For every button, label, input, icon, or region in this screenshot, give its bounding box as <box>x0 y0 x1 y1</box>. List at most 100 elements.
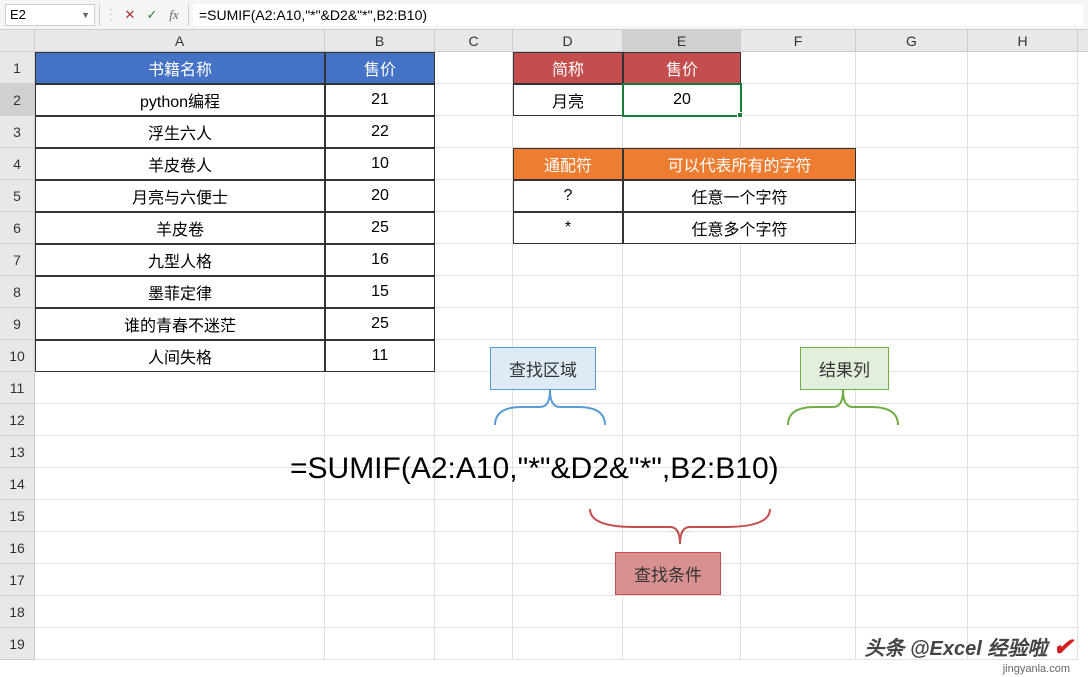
cell-F19[interactable] <box>741 628 856 660</box>
row-header-12[interactable]: 12 <box>0 404 35 436</box>
cell-B12[interactable] <box>325 404 435 436</box>
cells-area[interactable]: 书籍名称 售价 简称 售价 python编程 21 月亮 20 <box>35 52 1088 660</box>
cell-C15[interactable] <box>435 500 513 532</box>
cell-G6[interactable] <box>856 212 968 244</box>
column-header-D[interactable]: D <box>513 30 623 51</box>
select-all-corner[interactable] <box>0 30 35 51</box>
column-header-H[interactable]: H <box>968 30 1078 51</box>
cell-H10[interactable] <box>968 340 1078 372</box>
column-header-A[interactable]: A <box>35 30 325 51</box>
fill-handle[interactable] <box>737 112 743 118</box>
cell-H7[interactable] <box>968 244 1078 276</box>
cell-B9[interactable]: 25 <box>325 308 435 340</box>
cell-H1[interactable] <box>968 52 1078 84</box>
cell-B17[interactable] <box>325 564 435 596</box>
cell-B16[interactable] <box>325 532 435 564</box>
cell-B19[interactable] <box>325 628 435 660</box>
chevron-down-icon[interactable]: ▼ <box>81 10 90 20</box>
cell-H8[interactable] <box>968 276 1078 308</box>
cell-H16[interactable] <box>968 532 1078 564</box>
cell-D5[interactable]: ? <box>513 180 623 212</box>
fx-icon[interactable]: fx <box>164 5 184 25</box>
cell-E6F6[interactable]: 任意多个字符 <box>623 212 856 244</box>
cell-A13[interactable] <box>35 436 325 468</box>
cell-C9[interactable] <box>435 308 513 340</box>
cell-E2-selected[interactable]: 20 <box>623 84 741 116</box>
cell-E11[interactable] <box>623 372 741 404</box>
cell-D9[interactable] <box>513 308 623 340</box>
cell-D6[interactable]: * <box>513 212 623 244</box>
cell-H13[interactable] <box>968 436 1078 468</box>
row-header-1[interactable]: 1 <box>0 52 35 84</box>
formula-input[interactable]: =SUMIF(A2:A10,"*"&D2&"*",B2:B10) <box>193 4 1083 26</box>
confirm-icon[interactable]: ✓ <box>142 5 162 25</box>
cell-E9[interactable] <box>623 308 741 340</box>
cell-A17[interactable] <box>35 564 325 596</box>
cell-B15[interactable] <box>325 500 435 532</box>
cell-E19[interactable] <box>623 628 741 660</box>
cell-C3[interactable] <box>435 116 513 148</box>
cell-E3[interactable] <box>623 116 741 148</box>
cell-G18[interactable] <box>856 596 968 628</box>
cell-A2[interactable]: python编程 <box>35 84 325 116</box>
cell-D2[interactable]: 月亮 <box>513 84 623 116</box>
cell-D8[interactable] <box>513 276 623 308</box>
cell-H6[interactable] <box>968 212 1078 244</box>
cell-H9[interactable] <box>968 308 1078 340</box>
cell-H11[interactable] <box>968 372 1078 404</box>
cell-G17[interactable] <box>856 564 968 596</box>
row-header-13[interactable]: 13 <box>0 436 35 468</box>
cell-A7[interactable]: 九型人格 <box>35 244 325 276</box>
cell-H2[interactable] <box>968 84 1078 116</box>
cell-C16[interactable] <box>435 532 513 564</box>
cell-F8[interactable] <box>741 276 856 308</box>
row-header-14[interactable]: 14 <box>0 468 35 500</box>
cell-B6[interactable]: 25 <box>325 212 435 244</box>
cell-H17[interactable] <box>968 564 1078 596</box>
cell-G16[interactable] <box>856 532 968 564</box>
cell-G5[interactable] <box>856 180 968 212</box>
cell-G14[interactable] <box>856 468 968 500</box>
cell-B7[interactable]: 16 <box>325 244 435 276</box>
cell-B4[interactable]: 10 <box>325 148 435 180</box>
cell-C4[interactable] <box>435 148 513 180</box>
cell-D19[interactable] <box>513 628 623 660</box>
cell-E10[interactable] <box>623 340 741 372</box>
cell-G1[interactable] <box>856 52 968 84</box>
cell-G2[interactable] <box>856 84 968 116</box>
row-header-10[interactable]: 10 <box>0 340 35 372</box>
cell-C7[interactable] <box>435 244 513 276</box>
cell-B2[interactable]: 21 <box>325 84 435 116</box>
column-header-F[interactable]: F <box>741 30 856 51</box>
cell-A4[interactable]: 羊皮卷人 <box>35 148 325 180</box>
cell-F2[interactable] <box>741 84 856 116</box>
cell-F18[interactable] <box>741 596 856 628</box>
cell-C5[interactable] <box>435 180 513 212</box>
name-box[interactable]: E2 ▼ <box>5 4 95 26</box>
column-header-E[interactable]: E <box>623 30 741 51</box>
row-header-11[interactable]: 11 <box>0 372 35 404</box>
cell-A15[interactable] <box>35 500 325 532</box>
cell-E5F5[interactable]: 任意一个字符 <box>623 180 856 212</box>
cell-D4[interactable]: 通配符 <box>513 148 623 180</box>
cell-G3[interactable] <box>856 116 968 148</box>
row-header-16[interactable]: 16 <box>0 532 35 564</box>
row-header-5[interactable]: 5 <box>0 180 35 212</box>
cell-A19[interactable] <box>35 628 325 660</box>
column-header-B[interactable]: B <box>325 30 435 51</box>
cell-F17[interactable] <box>741 564 856 596</box>
row-header-19[interactable]: 19 <box>0 628 35 660</box>
row-header-6[interactable]: 6 <box>0 212 35 244</box>
cell-B11[interactable] <box>325 372 435 404</box>
cell-H4[interactable] <box>968 148 1078 180</box>
cell-A8[interactable]: 墨菲定律 <box>35 276 325 308</box>
row-header-7[interactable]: 7 <box>0 244 35 276</box>
cell-H18[interactable] <box>968 596 1078 628</box>
cell-E7[interactable] <box>623 244 741 276</box>
row-header-9[interactable]: 9 <box>0 308 35 340</box>
row-header-8[interactable]: 8 <box>0 276 35 308</box>
cell-H5[interactable] <box>968 180 1078 212</box>
cell-A6[interactable]: 羊皮卷 <box>35 212 325 244</box>
row-header-18[interactable]: 18 <box>0 596 35 628</box>
cell-C19[interactable] <box>435 628 513 660</box>
